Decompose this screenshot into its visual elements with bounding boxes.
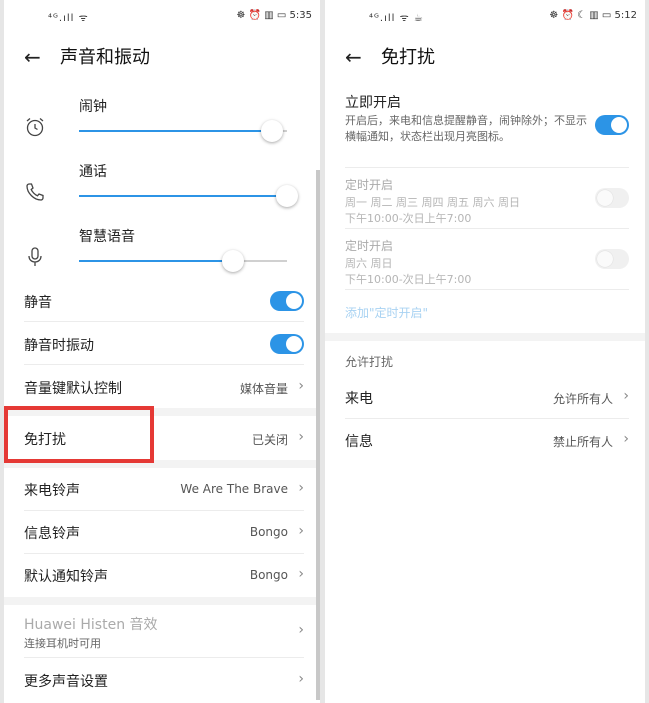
mute-label: 静音 (24, 295, 52, 311)
schedule-time: 下午10:00-次日上午7:00 (345, 212, 472, 225)
chevron-right-icon: › (298, 429, 304, 445)
volume-label: 闹钟 (79, 99, 107, 115)
chevron-right-icon: › (623, 388, 629, 404)
notification-tone-label: 默认通知铃声 (24, 569, 108, 585)
status-right-indicators: ☸ ⏰ ☾ ▥ ▭ 5:12 (549, 10, 637, 21)
slider-thumb[interactable] (221, 250, 244, 272)
chevron-right-icon: › (298, 480, 304, 496)
volume-label: 通话 (79, 164, 107, 180)
slider-fill (79, 195, 287, 197)
calls-label: 来电 (345, 391, 373, 407)
assistant-volume-row: 智慧语音 (4, 226, 320, 282)
volume-key-label: 音量键默认控制 (24, 381, 122, 397)
section-divider (325, 333, 645, 341)
schedule-toggle[interactable] (595, 249, 629, 269)
messages-row[interactable]: 信息 禁止所有人 › (345, 419, 629, 462)
ringtone-label: 来电铃声 (24, 483, 80, 499)
immediate-on-row[interactable]: 立即开启 开启后，来电和信息提醒静音，闹钟除外；不显示横幅通知，状态栏出现月亮图… (345, 88, 629, 168)
mute-vibrate-toggle[interactable] (270, 334, 304, 354)
slider-thumb[interactable] (261, 120, 284, 142)
phone-icon (26, 183, 44, 201)
volume-key-row[interactable]: 音量键默认控制 媒体音量 › (24, 365, 304, 408)
chevron-right-icon: › (623, 431, 629, 447)
schedule-toggle[interactable] (595, 188, 629, 208)
microphone-icon (28, 247, 42, 266)
calls-value: 允许所有人 (552, 392, 613, 406)
signal-indicators: ⁴ᴳ.ıll ᯤ ☕ (369, 13, 424, 24)
section-divider (4, 597, 320, 605)
immediate-on-description: 开启后，来电和信息提醒静音，闹钟除外；不显示横幅通知，状态栏出现月亮图标。 (345, 114, 587, 143)
assistant-volume-slider[interactable] (79, 250, 287, 272)
mute-vibrate-label: 静音时振动 (24, 338, 94, 354)
volume-key-value: 媒体音量 (239, 382, 288, 396)
histen-row: Huawei Histen 音效 连接耳机时可用 › (24, 605, 304, 658)
chevron-right-icon: › (298, 566, 304, 582)
add-schedule-link[interactable]: 添加"定时开启" (345, 304, 428, 321)
slider-fill (79, 260, 233, 262)
more-sound-label: 更多声音设置 (24, 674, 108, 690)
back-arrow-icon[interactable]: ← (345, 44, 362, 70)
histen-subtitle: 连接耳机时可用 (24, 637, 101, 650)
message-tone-row[interactable]: 信息铃声 Bongo › (24, 511, 304, 554)
notification-tone-value: Bongo (249, 568, 288, 582)
alarm-clock-icon (26, 118, 44, 137)
mute-toggle[interactable] (270, 291, 304, 311)
schedule-label: 定时开启 (345, 178, 394, 192)
scrollbar[interactable] (316, 170, 320, 700)
dnd-value: 已关闭 (251, 433, 288, 447)
schedule-row-1[interactable]: 定时开启 周一 周二 周三 周四 周五 周六 周日 下午10:00-次日上午7:… (345, 168, 629, 229)
volume-label: 智慧语音 (79, 229, 135, 245)
schedule-label: 定时开启 (345, 239, 394, 253)
immediate-on-toggle[interactable] (595, 115, 629, 135)
immediate-on-label: 立即开启 (345, 95, 401, 111)
schedule-days: 周六 周日 (345, 257, 393, 270)
page-title: 免打扰 (381, 47, 435, 68)
highlight-box (4, 406, 154, 463)
histen-label: Huawei Histen 音效 (24, 617, 158, 633)
calls-row[interactable]: 来电 允许所有人 › (345, 376, 629, 419)
ringtone-value: We Are The Brave (180, 482, 288, 496)
signal-indicators: ⁴ᴳ.ıll ᯤ (48, 13, 89, 24)
schedule-row-2[interactable]: 定时开启 周六 周日 下午10:00-次日上午7:00 (345, 229, 629, 290)
slider-thumb[interactable] (276, 185, 298, 207)
mute-vibrate-row[interactable]: 静音时振动 (24, 322, 304, 365)
alarm-volume-row: 闹钟 (4, 96, 320, 152)
back-arrow-icon[interactable]: ← (24, 44, 41, 70)
notification-tone-row[interactable]: 默认通知铃声 Bongo › (24, 554, 304, 597)
alarm-volume-slider[interactable] (79, 120, 287, 142)
status-bar: ⁴ᴳ.ıll ᯤ ☕ ☸ ⏰ ☾ ▥ ▭ 5:12 (325, 10, 645, 26)
slider-fill (79, 130, 273, 132)
more-sound-row[interactable]: 更多声音设置 › (24, 658, 304, 701)
sound-vibration-screen: ⁴ᴳ.ıll ᯤ ☸ ⏰ ▥ ▭ 5:35 ← 声音和振动 闹钟 通话 智慧语音… (4, 0, 320, 703)
message-tone-value: Bongo (249, 525, 288, 539)
messages-label: 信息 (345, 434, 373, 450)
header: ← 声音和振动 (4, 44, 320, 74)
header: ← 免打扰 (325, 44, 645, 74)
page-title: 声音和振动 (60, 47, 150, 68)
status-right-indicators: ☸ ⏰ ▥ ▭ 5:35 (236, 10, 312, 21)
schedule-time: 下午10:00-次日上午7:00 (345, 273, 472, 286)
ringtone-row[interactable]: 来电铃声 We Are The Brave › (24, 468, 304, 511)
schedule-days: 周一 周二 周三 周四 周五 周六 周日 (345, 196, 520, 209)
dnd-screen: ⁴ᴳ.ıll ᯤ ☕ ☸ ⏰ ☾ ▥ ▭ 5:12 ← 免打扰 立即开启 开启后… (325, 0, 645, 703)
mute-row[interactable]: 静音 (24, 280, 304, 322)
chevron-right-icon: › (298, 378, 304, 394)
messages-value: 禁止所有人 (552, 435, 613, 449)
allow-interruptions-caption: 允许打扰 (345, 355, 394, 369)
chevron-right-icon: › (298, 622, 304, 638)
call-volume-slider[interactable] (79, 185, 298, 207)
call-volume-row: 通话 (4, 161, 320, 217)
status-bar: ⁴ᴳ.ıll ᯤ ☸ ⏰ ▥ ▭ 5:35 (4, 10, 320, 26)
chevron-right-icon: › (298, 671, 304, 687)
message-tone-label: 信息铃声 (24, 526, 80, 542)
chevron-right-icon: › (298, 523, 304, 539)
